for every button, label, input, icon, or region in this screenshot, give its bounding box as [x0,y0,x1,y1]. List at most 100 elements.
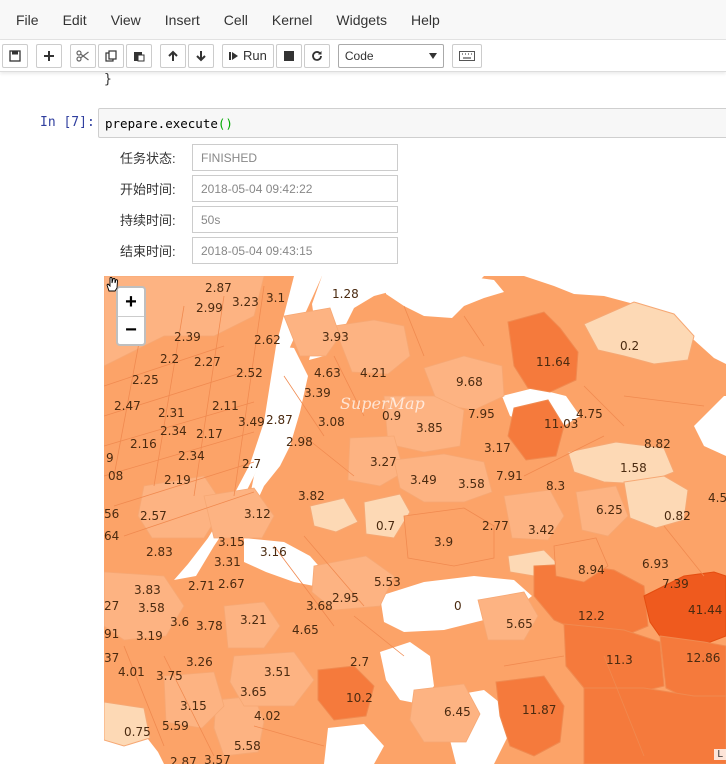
district-label: 3.19 [136,629,163,643]
menu-kernel[interactable]: Kernel [260,0,324,40]
hand-cursor-icon [106,277,118,292]
district-label: 3.78 [196,619,223,633]
district-label: 9 [106,451,114,465]
district-label: 10.2 [346,691,373,705]
duration-label: 持续时间: [120,213,176,228]
district-label: 6.45 [444,705,471,719]
district-label: 0.2 [620,339,639,353]
menu-file[interactable]: File [4,0,51,40]
district-label: 0.75 [124,725,151,739]
district-label: 2.87 [205,281,232,295]
district-label: 2.52 [236,366,263,380]
district-label: 2.83 [146,545,173,559]
menu-view[interactable]: View [99,0,153,40]
menu-insert[interactable]: Insert [153,0,212,40]
menubar: File Edit View Insert Cell Kernel Widget… [0,0,726,40]
district-label: 0.7 [376,519,395,533]
district-label: 4.21 [360,366,387,380]
district-label: 3.65 [240,685,267,699]
district-label: 6.93 [642,557,669,571]
stop-icon [283,50,294,61]
district-label: 2.16 [130,437,157,451]
district-south-dark[interactable] [583,687,726,764]
district-label: 3.15 [218,535,245,549]
toolbar: Run Code [0,40,726,72]
paste-button[interactable] [126,43,152,68]
start-time-field[interactable]: 2018-05-04 09:42:22 [192,175,398,202]
status-field[interactable]: FINISHED [192,144,398,171]
code-text: prepare.execute [105,116,218,131]
move-up-button[interactable] [160,43,186,68]
district-label: 08 [108,469,123,483]
district-label: 3.27 [370,455,397,469]
arrow-down-icon [196,50,206,61]
save-button[interactable] [2,43,28,68]
menu-help[interactable]: Help [399,0,452,40]
paste-icon [134,51,145,61]
district-label: 64 [104,529,119,543]
insert-cell-button[interactable] [36,43,62,68]
district-label: 4.02 [254,709,281,723]
zoom-control: + − [116,286,146,346]
district-label: 2.7 [350,655,369,669]
menu-cell[interactable]: Cell [212,0,260,40]
district-label: 12.2 [578,609,605,623]
code-input[interactable]: prepare.execute() [98,108,726,138]
district-label: 3.75 [156,669,183,683]
district-label: 2.62 [254,333,281,347]
district-label: 37 [104,651,119,665]
district-label: 2.95 [332,591,359,605]
map-attribution[interactable]: L [714,749,726,760]
code-paren: () [217,116,233,131]
interrupt-button[interactable] [275,43,302,68]
district-label: 11.87 [522,703,556,717]
district-label: 2.7 [242,457,261,471]
scissors-icon [76,49,89,62]
district-label: 3.68 [306,599,333,613]
district-label: 6.25 [596,503,623,517]
menu-widgets[interactable]: Widgets [324,0,399,40]
zoom-in-button[interactable]: + [118,288,144,316]
district-label: 2.57 [140,509,167,523]
input-prompt: In [7]: [40,115,95,130]
end-time-field[interactable]: 2018-05-04 09:43:15 [192,237,398,264]
district-label: 0 [454,599,462,613]
district-label: 7.95 [468,407,495,421]
cell-type-select[interactable]: Code [337,43,444,68]
zoom-out-button[interactable]: − [118,316,144,344]
command-palette-button[interactable] [451,43,482,68]
district-label: 3.15 [180,699,207,713]
district-label: 4.65 [292,623,319,637]
district-label: 3.42 [528,523,555,537]
copy-icon [105,49,117,62]
district-label: 2.39 [174,330,201,344]
arrow-up-icon [168,50,178,61]
cut-button[interactable] [70,43,96,68]
district-0-75[interactable] [104,701,151,747]
district-label: 8.3 [546,479,565,493]
district-label: 4.75 [576,407,603,421]
district-label: 11.3 [606,653,633,667]
map-canvas[interactable]: 2.87 1.282.99 3.23 3.12.39 2.62 3.930.22.2 2.2… [104,276,726,764]
district-label: 2.71 [188,579,215,593]
run-button[interactable]: Run [222,43,274,68]
duration-row: 持续时间: 50s [120,206,398,233]
move-down-button[interactable] [188,43,214,68]
duration-field[interactable]: 50s [192,206,398,233]
save-icon [9,49,21,62]
district-label: 11.03 [544,417,578,431]
district-label: 4.63 [314,366,341,380]
district-label: 3.57 [204,753,231,764]
copy-button[interactable] [98,43,124,68]
menu-edit[interactable]: Edit [51,0,99,40]
choropleth-map[interactable]: 2.87 1.28 2.99 3.23 3.1 2.39 2.62 3.93 0.2 2.2 2.2… [104,276,726,764]
start-time-label: 开始时间: [120,182,176,197]
district-label: 3.83 [134,583,161,597]
restart-button[interactable] [303,43,330,68]
district-label: 4.5 [708,491,726,505]
district-label: 12.86 [686,651,720,665]
district-label: 2.34 [178,449,205,463]
caret-down-icon [428,52,437,59]
district-label: 3.17 [484,441,511,455]
district-label: 9.68 [456,375,483,389]
